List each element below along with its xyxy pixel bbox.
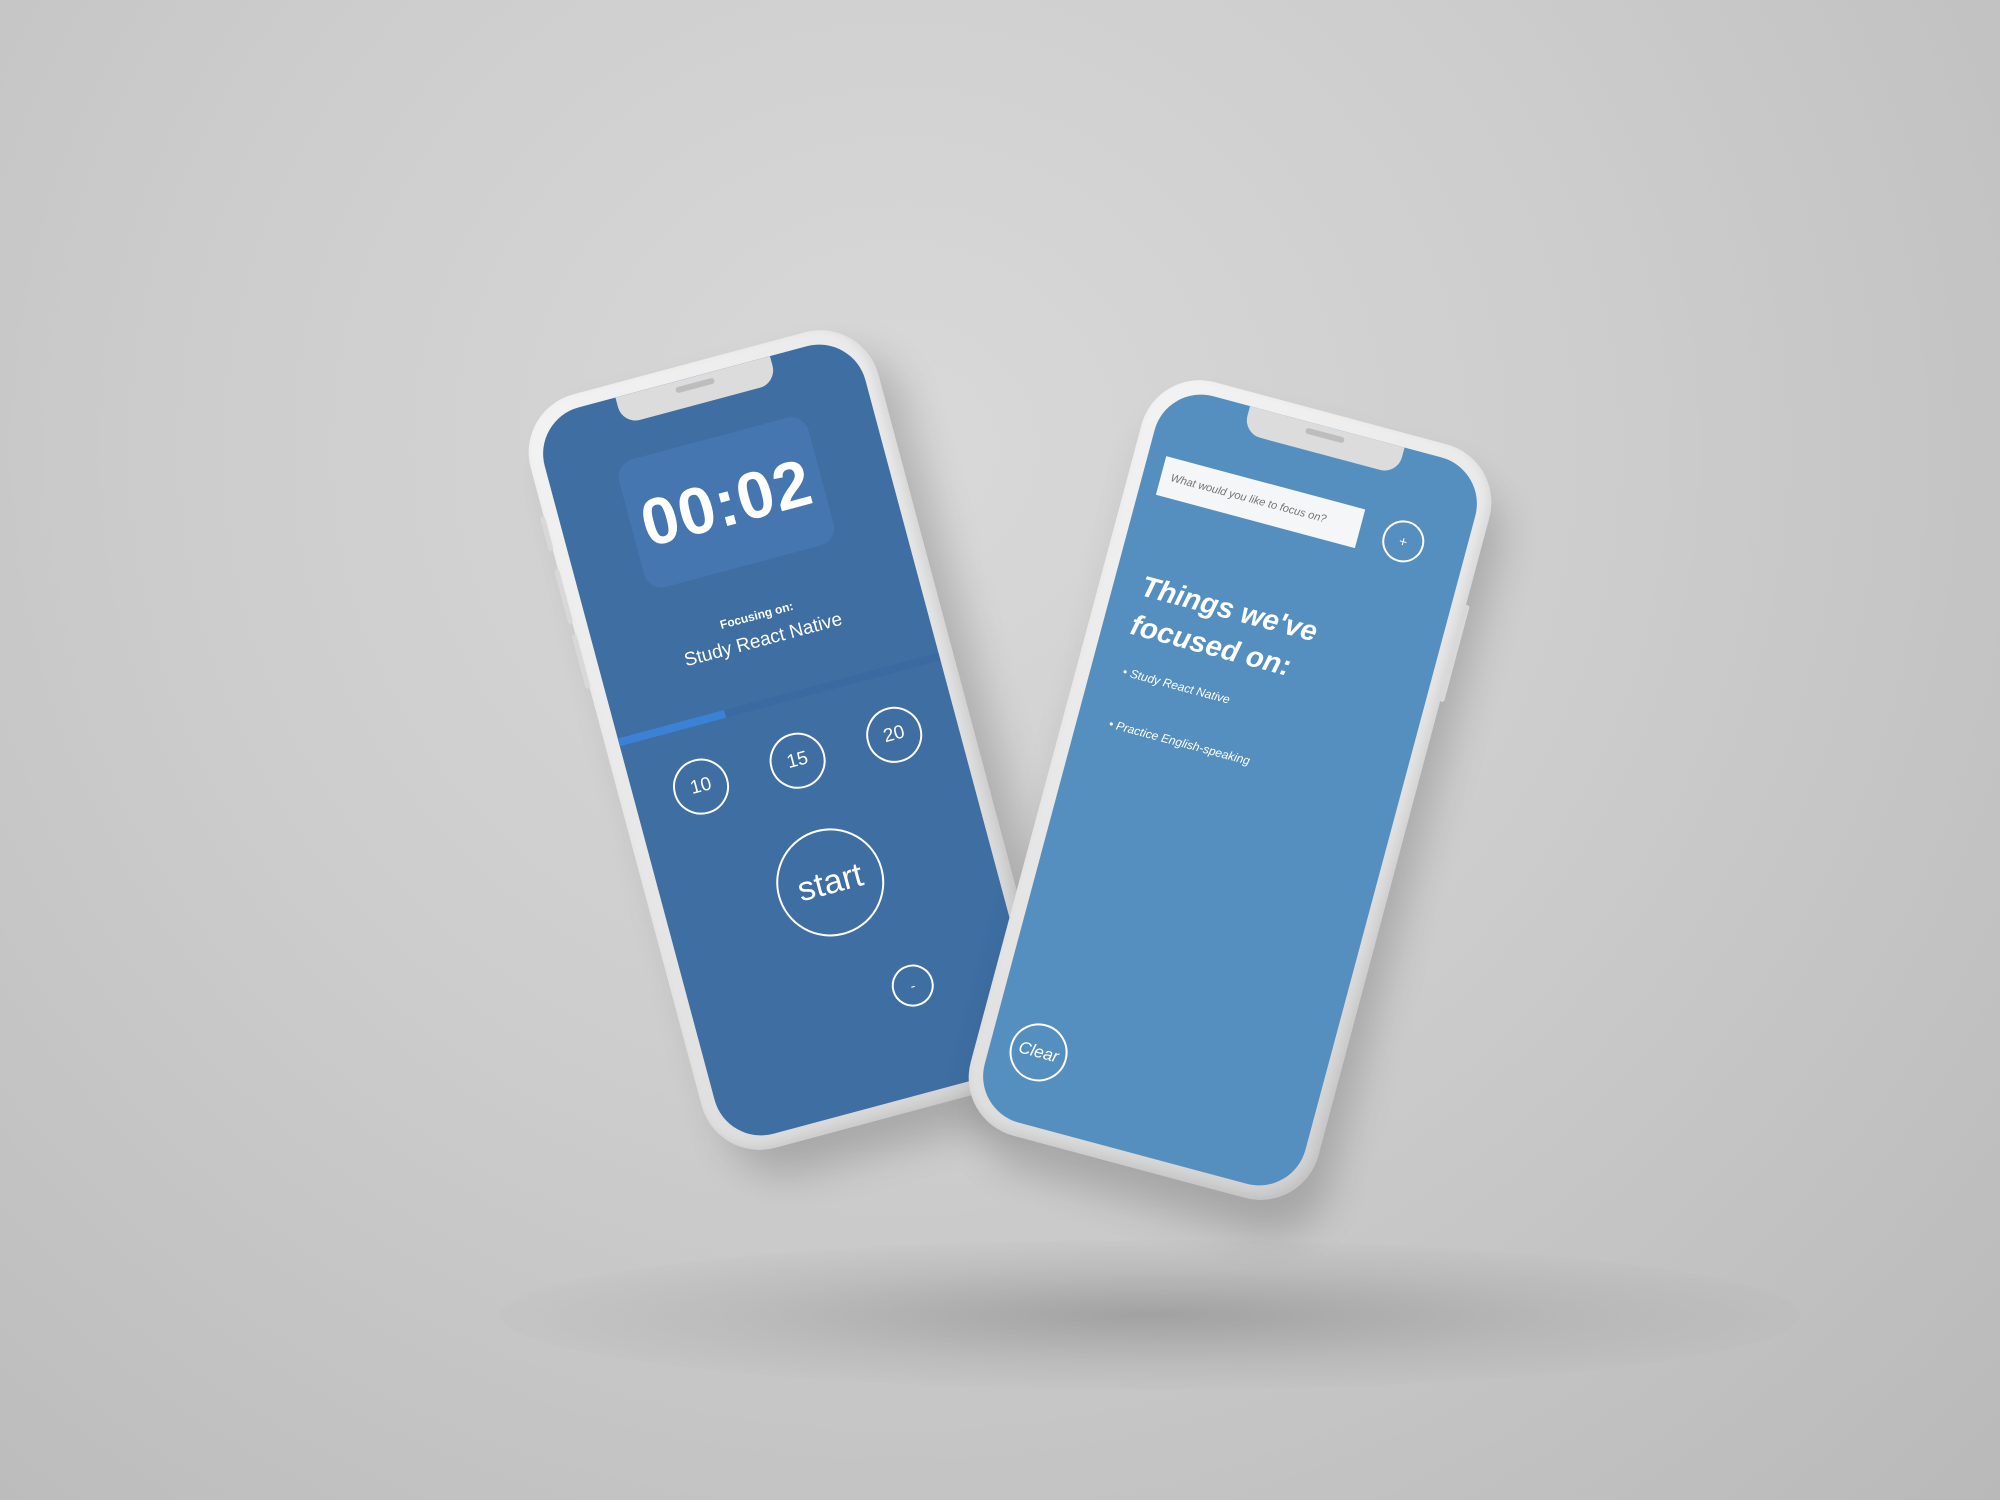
- clear-subject-button[interactable]: -: [887, 959, 939, 1012]
- timer-screen: 00:02 Focusing on: Study React Native 10…: [532, 333, 1048, 1147]
- focus-input[interactable]: [1155, 456, 1366, 549]
- phone-history: + Things we've focused on: • Study React…: [955, 366, 1505, 1214]
- phone-volume-button: [554, 568, 574, 625]
- timer-display: 00:02: [614, 413, 839, 592]
- phone-volume-button: [539, 515, 554, 552]
- history-screen: + Things we've focused on: • Study React…: [972, 383, 1488, 1197]
- start-button[interactable]: start: [764, 816, 897, 949]
- list-item: • Practice English-speaking: [1107, 716, 1252, 768]
- clear-button[interactable]: Clear: [1003, 1016, 1075, 1088]
- phone-notch: [615, 356, 778, 425]
- phone-notch: [1242, 406, 1405, 475]
- speaker-grille: [674, 377, 716, 394]
- preset-10-button[interactable]: 10: [666, 752, 736, 821]
- preset-15-button[interactable]: 15: [763, 726, 832, 796]
- add-focus-button[interactable]: +: [1377, 515, 1429, 568]
- preset-20-button[interactable]: 20: [859, 700, 929, 770]
- countdown-time: 00:02: [632, 444, 820, 561]
- floor-shadow: [500, 1240, 1800, 1390]
- history-list: • Study React Native • Practice English-…: [1097, 665, 1266, 807]
- phone-volume-button: [571, 633, 591, 690]
- focus-input-row: +: [1155, 452, 1448, 573]
- speaker-grille: [1304, 427, 1346, 444]
- progress-fill: [617, 710, 726, 747]
